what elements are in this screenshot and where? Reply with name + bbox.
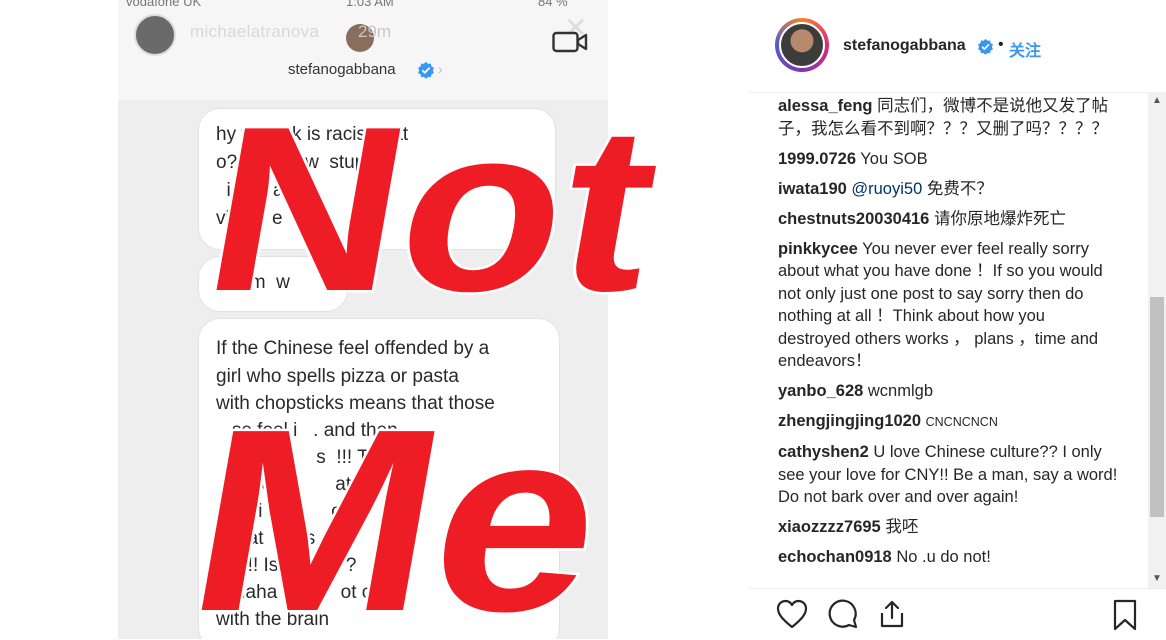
message-line: roblem s !!! The bbox=[216, 447, 390, 468]
message-line: If the Chinese feel offended by a bbox=[216, 338, 490, 359]
verified-badge-icon bbox=[418, 61, 434, 79]
comment-item: cathyshen2 U love Chinese culture?? I on… bbox=[778, 441, 1118, 509]
comment-item: 1999.0726 You SOB bbox=[778, 148, 1118, 171]
story-header: vodafone UK 1:03 AM 84 % michaelatranova… bbox=[118, 0, 608, 100]
post-panel: stefanogabbana • 关注 alessa_feng 同志们，微博不是… bbox=[748, 0, 1166, 639]
follow-button[interactable]: 关注 bbox=[1009, 37, 1041, 61]
post-username[interactable]: stefanogabbana bbox=[843, 37, 966, 55]
comment-text: 请你原地爆炸死亡 bbox=[933, 209, 1066, 228]
comment-item: xiaozzzz7695 我呸 bbox=[778, 516, 1118, 539]
message-line: worl at bbox=[216, 474, 352, 495]
avatar[interactable] bbox=[779, 22, 825, 68]
story-username: michaelatranova bbox=[190, 22, 320, 41]
comment-username[interactable]: pinkkycee bbox=[778, 240, 858, 258]
comment-item: iwata190 @ruoyi50 免费不？ bbox=[778, 178, 1118, 201]
comment-text: 免费不？ bbox=[926, 179, 993, 198]
story-avatar bbox=[134, 14, 176, 56]
comment-mention[interactable]: @ruoyi50 bbox=[851, 180, 922, 198]
scroll-up-arrow-icon[interactable]: ▲ bbox=[1148, 92, 1166, 110]
chat-username: stefanogabbana bbox=[288, 61, 396, 78]
message-line: vid a e bbox=[216, 208, 283, 229]
comment-item: chestnuts20030416 请你原地爆炸死亡 bbox=[778, 208, 1118, 231]
message-line: with the brain bbox=[216, 609, 330, 630]
status-time: 1:03 AM bbox=[346, 0, 394, 9]
scrollbar-thumb[interactable] bbox=[1150, 297, 1164, 517]
message-line: at e s w bbox=[216, 528, 345, 549]
phone-screen: vodafone UK 1:03 AM 84 % michaelatranova… bbox=[118, 0, 608, 639]
comment-username[interactable]: iwata190 bbox=[778, 180, 847, 198]
message-line: hy you ink is racist that bbox=[216, 124, 409, 145]
message-line: in a a o bbox=[216, 180, 305, 201]
comment-username[interactable]: yanbo_628 bbox=[778, 382, 863, 400]
comment-text: You SOB bbox=[860, 149, 928, 168]
comment-username[interactable]: zhengjingjing1020 bbox=[778, 412, 921, 430]
chevron-right-icon: › bbox=[438, 61, 443, 77]
comment-text: CNCNCNCN bbox=[925, 415, 998, 429]
comment-list: alessa_feng 同志们，微博不是说他又发了帖子，我怎么看不到啊？？？又删… bbox=[778, 95, 1118, 587]
message-line: o? Y hink w stupid t bbox=[216, 152, 391, 173]
message-line: girl who spells pizza or pasta bbox=[216, 366, 459, 387]
comment-username[interactable]: chestnuts20030416 bbox=[778, 210, 929, 228]
comment-text: wcnmlgb bbox=[867, 382, 933, 400]
message-line: Tell m w bbox=[216, 272, 290, 293]
status-carrier: vodafone UK bbox=[126, 0, 202, 9]
comment-item: yanbo_628 wcnmlgb bbox=[778, 380, 1118, 403]
status-battery: 84 % bbox=[538, 0, 568, 9]
post-actions bbox=[748, 588, 1166, 640]
comment-icon[interactable] bbox=[828, 599, 858, 629]
story-time: 29m bbox=[358, 22, 392, 41]
message-line: with chopsticks means that those bbox=[216, 393, 495, 414]
comment-username[interactable]: alessa_feng bbox=[778, 97, 872, 115]
message-line: se feel i . and then bbox=[216, 420, 398, 441]
share-icon[interactable] bbox=[877, 599, 907, 629]
comment-item: pinkkycee You never ever feel really sor… bbox=[778, 238, 1118, 373]
comment-item: zhengjingjing1020 CNCNCNCN bbox=[778, 410, 1118, 434]
video-call-icon bbox=[552, 31, 588, 53]
post-header: stefanogabbana • 关注 bbox=[748, 0, 1166, 93]
comment-text: No .u do not! bbox=[896, 548, 991, 566]
story-screenshot: vodafone UK 1:03 AM 84 % michaelatranova… bbox=[0, 0, 748, 639]
comment-username[interactable]: xiaozzzz7695 bbox=[778, 518, 881, 536]
comment-text: You never ever feel really sorry about w… bbox=[778, 239, 1103, 371]
comments-scrollbar[interactable]: ▲ ▼ bbox=[1148, 92, 1166, 588]
message-line: hi e o s nd bbox=[216, 501, 404, 522]
separator-dot: • bbox=[998, 36, 1004, 53]
comment-username[interactable]: cathyshen2 bbox=[778, 443, 869, 461]
comment-username[interactable]: echochan0918 bbox=[778, 548, 892, 566]
comment-item: echochan0918 No .u do not! bbox=[778, 546, 1118, 569]
verified-badge-icon bbox=[978, 38, 993, 55]
comment-text: 我呸 bbox=[885, 518, 919, 536]
scroll-down-arrow-icon[interactable]: ▼ bbox=[1148, 570, 1166, 588]
message-line: !! Is raci ? bbox=[216, 555, 357, 576]
bookmark-icon[interactable] bbox=[1112, 599, 1138, 631]
heart-icon[interactable] bbox=[776, 599, 808, 629]
comment-username[interactable]: 1999.0726 bbox=[778, 150, 856, 168]
comment-item: alessa_feng 同志们，微博不是说他又发了帖子，我怎么看不到啊？？？又删… bbox=[778, 95, 1118, 140]
message-line: Haha u a ot com bbox=[216, 582, 398, 603]
